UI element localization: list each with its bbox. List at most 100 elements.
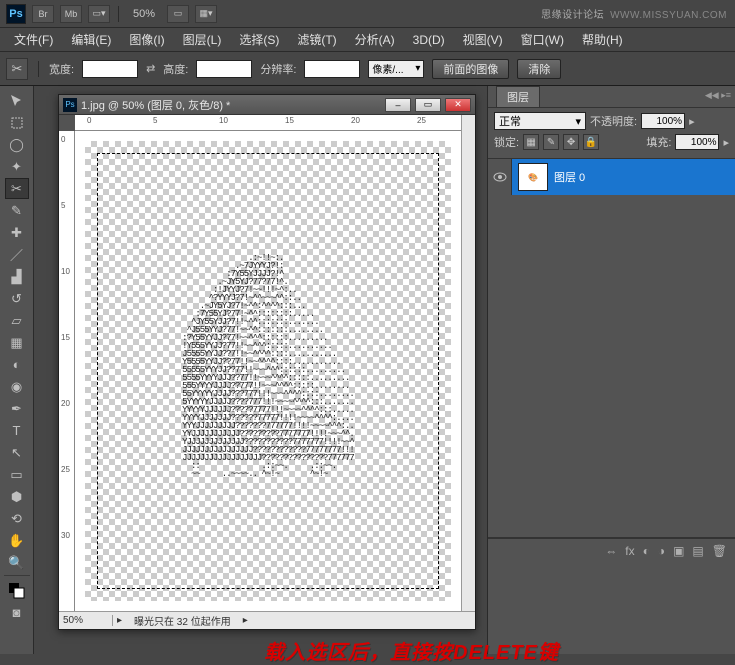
document-title-bar[interactable]: Ps 1.jpg @ 50% (图层 0, 灰色/8) * – ▭ ✕ bbox=[59, 95, 475, 115]
marquee-tool[interactable] bbox=[5, 112, 29, 133]
unit-combo[interactable]: 像素/...▾ bbox=[368, 60, 424, 78]
adjustment-icon[interactable]: ◑ bbox=[658, 544, 665, 558]
zoom-display[interactable]: 50% bbox=[127, 8, 161, 20]
res-label: 分辨率: bbox=[260, 61, 296, 77]
status-zoom[interactable]: 50% bbox=[59, 615, 113, 626]
menu-help[interactable]: 帮助(H) bbox=[574, 29, 631, 50]
layer-name[interactable]: 图层 0 bbox=[554, 169, 585, 185]
3d-tool[interactable]: ⬢ bbox=[5, 486, 29, 507]
menu-analysis[interactable]: 分析(A) bbox=[347, 29, 403, 50]
height-input[interactable] bbox=[196, 60, 252, 78]
photoshop-logo: Ps bbox=[6, 4, 26, 24]
annotation-text: 载入选区后，直接按DELETE键 bbox=[264, 636, 559, 665]
document-area: Ps 1.jpg @ 50% (图层 0, 灰色/8) * – ▭ ✕ 0 5 … bbox=[34, 86, 487, 654]
layer-thumbnail[interactable]: 🎨 bbox=[518, 163, 548, 191]
wand-tool[interactable]: ✦ bbox=[5, 156, 29, 177]
close-button[interactable]: ✕ bbox=[445, 98, 471, 112]
menu-3d[interactable]: 3D(D) bbox=[405, 31, 453, 49]
document-window: Ps 1.jpg @ 50% (图层 0, 灰色/8) * – ▭ ✕ 0 5 … bbox=[58, 94, 476, 630]
text-tool[interactable]: T bbox=[5, 420, 29, 441]
doc-scrollbar-v[interactable] bbox=[461, 115, 475, 611]
link-layers-icon[interactable]: ⇔ bbox=[605, 544, 617, 558]
pen-tool[interactable]: ✒ bbox=[5, 398, 29, 419]
doc-ps-icon: Ps bbox=[63, 98, 77, 112]
lock-position-icon[interactable]: ✥ bbox=[563, 134, 579, 150]
menu-edit[interactable]: 编辑(E) bbox=[63, 29, 119, 50]
res-input[interactable] bbox=[304, 60, 360, 78]
blur-tool[interactable]: ◐ bbox=[5, 354, 29, 375]
dodge-tool[interactable]: ◉ bbox=[5, 376, 29, 397]
ruler-horizontal[interactable]: 0 5 10 15 20 25 bbox=[75, 115, 461, 131]
toolbox: ◯ ✦ ✂ ✎ ✚ ／ ▟ ↺ ▱ ▦ ◐ ◉ ✒ T ↖ ▭ ⬢ ⟲ ✋ 🔍 … bbox=[0, 86, 34, 654]
layer-row[interactable]: 🎨 图层 0 bbox=[488, 159, 735, 195]
mask-icon[interactable]: ◐ bbox=[643, 544, 650, 558]
path-tool[interactable]: ↖ bbox=[5, 442, 29, 463]
status-info: 曝光只在 32 位起作用 bbox=[126, 613, 239, 628]
menu-window[interactable]: 窗口(W) bbox=[513, 29, 572, 50]
status-bar: 50% ▸ 曝光只在 32 位起作用 ▸ bbox=[59, 611, 475, 629]
crop-tool-icon[interactable]: ✂ bbox=[6, 58, 28, 80]
group-icon[interactable]: ▣ bbox=[673, 544, 684, 558]
fill-label: 填充: bbox=[646, 134, 671, 150]
canvas[interactable]: .:~!!~:. .~7JYYYJ?!: :7Y55YJJJJ?!^ .~JY5… bbox=[75, 131, 461, 611]
layers-tab[interactable]: 图层 bbox=[496, 86, 540, 107]
hand-tool[interactable]: ✋ bbox=[5, 530, 29, 551]
menu-layer[interactable]: 图层(L) bbox=[175, 29, 230, 50]
gradient-tool[interactable]: ▦ bbox=[5, 332, 29, 353]
panel-collapse-icon[interactable]: ◀◀ ▸≡ bbox=[705, 90, 731, 101]
new-layer-icon[interactable]: ▤ bbox=[692, 544, 703, 558]
clear-button[interactable]: 清除 bbox=[517, 59, 561, 79]
options-bar: ✂ 宽度: ⇄ 高度: 分辨率: 像素/...▾ 前面的图像 清除 bbox=[0, 52, 735, 86]
swatch-fg-bg[interactable] bbox=[5, 580, 29, 601]
lock-all-icon[interactable]: 🔒 bbox=[583, 134, 599, 150]
layers-list[interactable]: 🎨 图层 0 bbox=[488, 158, 735, 538]
layers-panel: 图层 ◀◀ ▸≡ 正常▾ 不透明度: 100% ▸ 锁定: ▦ ✎ ✥ 🔒 填充… bbox=[487, 86, 735, 654]
trash-icon[interactable]: 🗑 bbox=[712, 544, 727, 558]
app-title-bar: Ps Br Mb ▭▾ 50% ▭ ▦▾ 思缘设计论坛WWW.MISSYUAN.… bbox=[0, 0, 735, 28]
menu-file[interactable]: 文件(F) bbox=[6, 29, 61, 50]
watermark: 思缘设计论坛WWW.MISSYUAN.COM bbox=[541, 6, 727, 21]
blend-mode-combo[interactable]: 正常▾ bbox=[494, 112, 586, 130]
menu-select[interactable]: 选择(S) bbox=[231, 29, 287, 50]
brush-tool[interactable]: ／ bbox=[5, 244, 29, 265]
3d-camera-tool[interactable]: ⟲ bbox=[5, 508, 29, 529]
menu-view[interactable]: 视图(V) bbox=[455, 29, 511, 50]
opacity-arrow-icon[interactable]: ▸ bbox=[689, 115, 695, 128]
opacity-value[interactable]: 100% bbox=[641, 113, 685, 129]
stamp-tool[interactable]: ▟ bbox=[5, 266, 29, 287]
arrange-button[interactable]: ▭ bbox=[167, 5, 189, 23]
shape-tool[interactable]: ▭ bbox=[5, 464, 29, 485]
lock-transparency-icon[interactable]: ▦ bbox=[523, 134, 539, 150]
artwork-figure: .:~!!~:. .~7JYYYJ?!: :7Y55YJJJJ?!^ .~JY5… bbox=[182, 246, 354, 486]
eraser-tool[interactable]: ▱ bbox=[5, 310, 29, 331]
heal-tool[interactable]: ✚ bbox=[5, 222, 29, 243]
history-brush-tool[interactable]: ↺ bbox=[5, 288, 29, 309]
lock-pixels-icon[interactable]: ✎ bbox=[543, 134, 559, 150]
screen-mode-button[interactable]: ▭▾ bbox=[88, 5, 110, 23]
move-tool[interactable] bbox=[5, 90, 29, 111]
ruler-vertical[interactable]: 0 5 10 15 20 25 30 bbox=[59, 131, 75, 611]
crop-tool[interactable]: ✂ bbox=[5, 178, 29, 199]
menu-filter[interactable]: 滤镜(T) bbox=[289, 29, 344, 50]
quick-mask[interactable]: ◙ bbox=[5, 602, 29, 623]
visibility-toggle[interactable] bbox=[488, 159, 512, 195]
lasso-tool[interactable]: ◯ bbox=[5, 134, 29, 155]
width-input[interactable] bbox=[82, 60, 138, 78]
opacity-label: 不透明度: bbox=[590, 113, 637, 129]
minibridge-button[interactable]: Mb bbox=[60, 5, 82, 23]
menu-image[interactable]: 图像(I) bbox=[121, 29, 172, 50]
zoom-tool[interactable]: 🔍 bbox=[5, 552, 29, 573]
front-image-button[interactable]: 前面的图像 bbox=[432, 59, 509, 79]
bridge-button[interactable]: Br bbox=[32, 5, 54, 23]
eyedropper-tool[interactable]: ✎ bbox=[5, 200, 29, 221]
fx-icon[interactable]: fx bbox=[625, 544, 634, 558]
swap-icon[interactable]: ⇄ bbox=[146, 62, 155, 75]
lock-label: 锁定: bbox=[494, 134, 519, 150]
fill-value[interactable]: 100% bbox=[675, 134, 719, 150]
extras-button[interactable]: ▦▾ bbox=[195, 5, 217, 23]
menu-bar: 文件(F) 编辑(E) 图像(I) 图层(L) 选择(S) 滤镜(T) 分析(A… bbox=[0, 28, 735, 52]
height-label: 高度: bbox=[163, 61, 188, 77]
fill-arrow-icon[interactable]: ▸ bbox=[723, 136, 729, 149]
minimize-button[interactable]: – bbox=[385, 98, 411, 112]
maximize-button[interactable]: ▭ bbox=[415, 98, 441, 112]
